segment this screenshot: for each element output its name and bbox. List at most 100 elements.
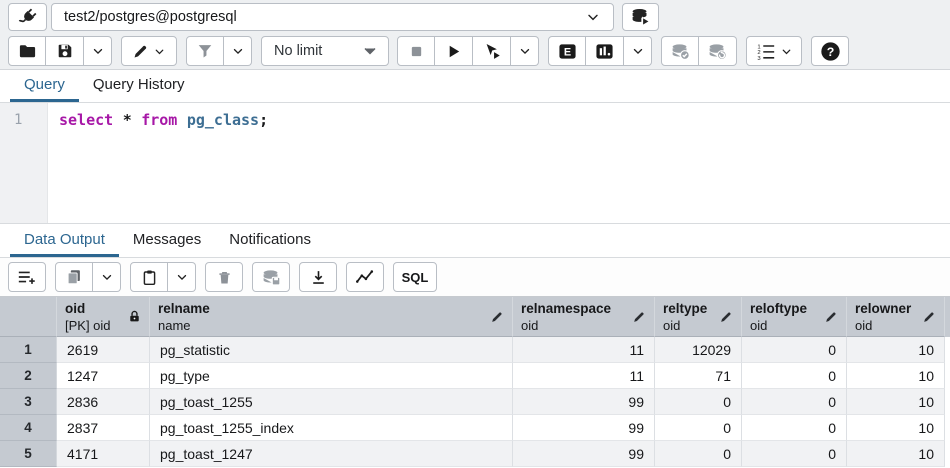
cell-relowner[interactable]: 10: [847, 441, 945, 467]
graph-visualiser-button[interactable]: [346, 262, 384, 292]
edit-pencil-icon[interactable]: [490, 310, 504, 324]
edit-pencil-icon[interactable]: [824, 310, 838, 324]
table-row: 1 2619 pg_statistic 11 12029 0 10: [0, 337, 950, 363]
add-row-button[interactable]: [8, 262, 46, 292]
cell-relnamespace[interactable]: 11: [513, 337, 655, 363]
cell-oid[interactable]: 1247: [57, 363, 150, 389]
copy-icon: [65, 268, 83, 286]
open-file-button[interactable]: [8, 36, 46, 66]
connection-selector[interactable]: test2/postgres@postgresql: [51, 3, 614, 31]
macros-dropdown-button[interactable]: 123: [746, 36, 802, 66]
filter-button[interactable]: [186, 36, 224, 66]
cell-reloftype[interactable]: 0: [742, 415, 847, 441]
line-chart-icon: [355, 267, 375, 287]
column-header-relname[interactable]: relname name: [150, 297, 513, 337]
cell-reloftype[interactable]: 0: [742, 389, 847, 415]
explain-analyze-button[interactable]: [586, 36, 624, 66]
copy-options-dropdown[interactable]: [93, 262, 121, 292]
row-number[interactable]: 2: [0, 363, 57, 389]
tab-query[interactable]: Query: [10, 70, 79, 102]
explain-button[interactable]: E: [548, 36, 586, 66]
cell-relname[interactable]: pg_toast_1255: [150, 389, 513, 415]
cell-oid[interactable]: 2837: [57, 415, 150, 441]
cell-reloftype[interactable]: 0: [742, 363, 847, 389]
new-query-tool-button[interactable]: [622, 3, 659, 31]
filter-options-dropdown[interactable]: [224, 36, 252, 66]
edit-pencil-icon[interactable]: [922, 310, 936, 324]
cell-relname[interactable]: pg_toast_1255_index: [150, 415, 513, 441]
row-number[interactable]: 4: [0, 415, 57, 441]
column-header-oid[interactable]: oid [PK] oid: [57, 297, 150, 337]
cell-relname[interactable]: pg_toast_1247: [150, 441, 513, 467]
row-number[interactable]: 5: [0, 441, 57, 467]
copy-button[interactable]: [55, 262, 93, 292]
cell-reltype[interactable]: 12029: [655, 337, 742, 363]
row-limit-value: No limit: [274, 43, 322, 59]
sql-editor: 1 select*frompg_class;: [0, 103, 950, 223]
connection-status-button[interactable]: [8, 3, 47, 31]
cell-reltype[interactable]: 0: [655, 389, 742, 415]
column-header-relowner[interactable]: relowner oid: [847, 297, 945, 337]
cell-relname[interactable]: pg_type: [150, 363, 513, 389]
column-header-reloftype[interactable]: reloftype oid: [742, 297, 847, 337]
explain-analyze-icon: [595, 42, 614, 61]
cell-relowner[interactable]: 10: [847, 337, 945, 363]
floppy-disk-icon: [56, 42, 74, 60]
cell-reloftype[interactable]: 0: [742, 441, 847, 467]
cell-relnamespace[interactable]: 99: [513, 441, 655, 467]
query-toolbar: No limit E 123 ?: [0, 33, 950, 70]
sql-button-label: SQL: [402, 270, 429, 285]
sql-keyword: from: [141, 111, 177, 129]
explain-badge-icon: E: [558, 42, 577, 61]
cell-oid[interactable]: 4171: [57, 441, 150, 467]
tab-messages[interactable]: Messages: [119, 224, 215, 257]
save-file-button[interactable]: [46, 36, 84, 66]
save-data-changes-button[interactable]: [252, 262, 290, 292]
save-options-dropdown[interactable]: [84, 36, 112, 66]
cell-oid[interactable]: 2836: [57, 389, 150, 415]
cell-relnamespace[interactable]: 11: [513, 363, 655, 389]
paste-button[interactable]: [130, 262, 168, 292]
edit-dropdown-button[interactable]: [121, 36, 177, 66]
help-button[interactable]: ?: [811, 36, 849, 66]
cell-reltype[interactable]: 71: [655, 363, 742, 389]
row-number[interactable]: 3: [0, 389, 57, 415]
cell-relowner[interactable]: 10: [847, 415, 945, 441]
edit-pencil-icon[interactable]: [719, 310, 733, 324]
cell-oid[interactable]: 2619: [57, 337, 150, 363]
cell-relowner[interactable]: 10: [847, 389, 945, 415]
commit-button[interactable]: [661, 36, 699, 66]
sql-code-input[interactable]: select*frompg_class;: [48, 103, 950, 223]
execute-from-cursor-button[interactable]: [473, 36, 511, 66]
row-limit-select[interactable]: No limit: [261, 36, 389, 66]
column-type: name: [158, 317, 486, 334]
stop-button[interactable]: [397, 36, 435, 66]
cell-relnamespace[interactable]: 99: [513, 415, 655, 441]
column-header-relnamespace[interactable]: relnamespace oid: [513, 297, 655, 337]
tab-data-output[interactable]: Data Output: [10, 224, 119, 257]
rollback-button[interactable]: [699, 36, 737, 66]
tab-notifications[interactable]: Notifications: [215, 224, 325, 257]
results-grid: oid [PK] oid relname name relnamespace o…: [0, 296, 950, 467]
cell-relnamespace[interactable]: 99: [513, 389, 655, 415]
cell-reltype[interactable]: 0: [655, 415, 742, 441]
stop-icon: [408, 43, 425, 60]
show-sql-button[interactable]: SQL: [393, 262, 437, 292]
delete-row-button[interactable]: [205, 262, 243, 292]
execute-options-dropdown[interactable]: [511, 36, 539, 66]
column-header-reltype[interactable]: reltype oid: [655, 297, 742, 337]
grid-corner-cell[interactable]: [0, 297, 57, 337]
explain-options-dropdown[interactable]: [624, 36, 652, 66]
paste-options-dropdown[interactable]: [168, 262, 196, 292]
cell-relowner[interactable]: 10: [847, 363, 945, 389]
cell-reltype[interactable]: 0: [655, 441, 742, 467]
cell-relname[interactable]: pg_statistic: [150, 337, 513, 363]
cell-reloftype[interactable]: 0: [742, 337, 847, 363]
download-results-button[interactable]: [299, 262, 337, 292]
tab-query-history[interactable]: Query History: [79, 70, 199, 102]
edit-pencil-icon[interactable]: [632, 310, 646, 324]
row-number[interactable]: 1: [0, 337, 57, 363]
execute-button[interactable]: [435, 36, 473, 66]
results-toolbar: SQL: [0, 258, 950, 296]
sql-table-name: pg_class: [187, 111, 259, 129]
